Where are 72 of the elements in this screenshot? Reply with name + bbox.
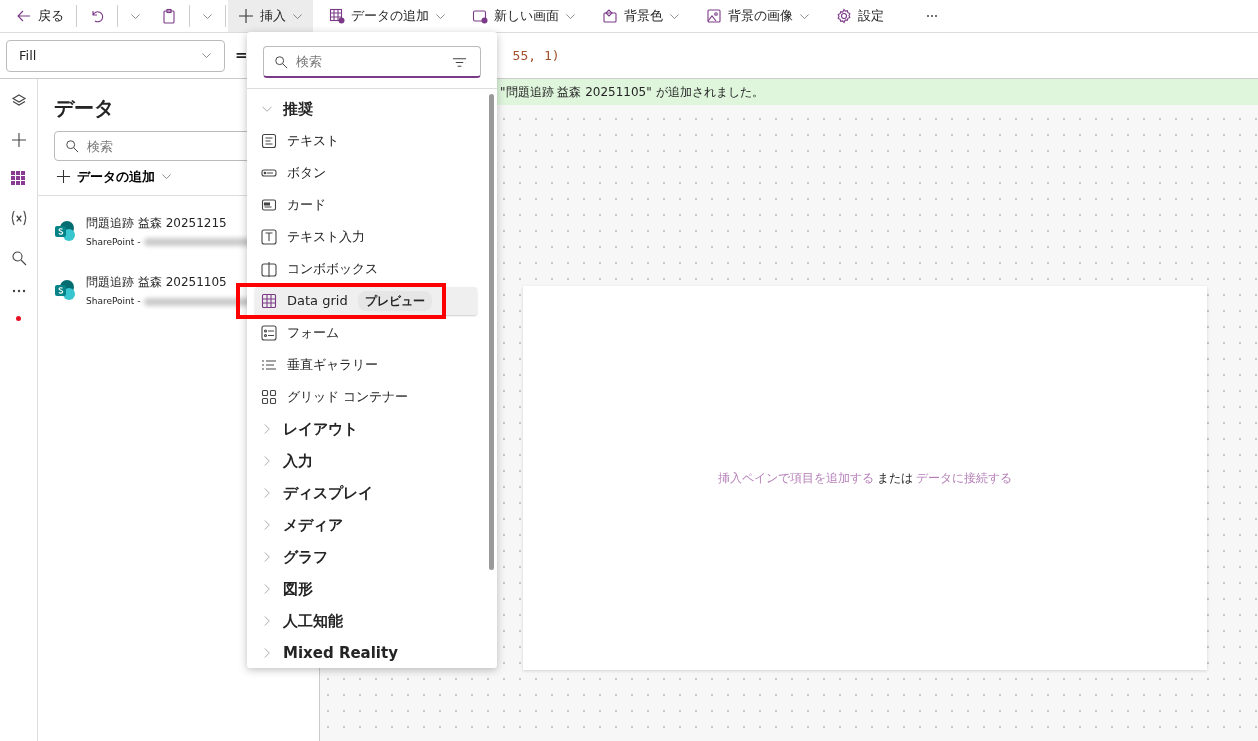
rail-button[interactable] xyxy=(11,171,26,186)
table-icon xyxy=(261,293,277,309)
formula-value[interactable]: 55, 1) xyxy=(512,45,560,66)
category-header[interactable]: ディスプレイ xyxy=(255,479,477,507)
panel-title: データ xyxy=(54,95,114,122)
insert-menu-item[interactable]: 垂直ギャラリー xyxy=(255,351,477,379)
plus-icon xyxy=(56,169,71,185)
search-icon xyxy=(65,139,79,153)
more-icon xyxy=(11,289,26,293)
category-header[interactable]: 推奨 xyxy=(255,95,477,123)
search-field[interactable]: 検索 xyxy=(263,46,481,78)
data-source-name: 問題追跡 益森 20251105 xyxy=(86,274,228,291)
list-icon xyxy=(261,357,277,373)
scrollbar[interactable] xyxy=(489,94,494,570)
insert-menu-item[interactable]: グリッド コンテナー xyxy=(255,383,477,411)
data-source-type: SharePoint - xyxy=(86,235,141,249)
toolbar-button[interactable]: 背景の画像 xyxy=(696,0,820,32)
notification-text: "問題追跡 益森 20251105" が追加されました。 xyxy=(500,84,764,101)
rail-button[interactable] xyxy=(11,289,26,293)
category-header[interactable]: グラフ xyxy=(255,543,477,571)
more-icon xyxy=(926,14,938,18)
plus-icon xyxy=(238,8,254,24)
category-header[interactable]: 入力 xyxy=(255,447,477,475)
category-header[interactable]: メディア xyxy=(255,511,477,539)
back-button[interactable]: 戻る xyxy=(6,0,74,32)
settings-icon xyxy=(836,8,852,24)
insert-menu-item[interactable]: コンボボックス xyxy=(255,255,477,283)
text-icon xyxy=(261,133,277,149)
paint-bucket-icon xyxy=(602,8,618,24)
grid-icon xyxy=(261,389,277,405)
category-header[interactable]: 人工知能 xyxy=(255,607,477,635)
chevron-down-icon xyxy=(201,50,212,61)
filter-icon xyxy=(452,55,467,70)
card-icon xyxy=(261,197,277,213)
table-add-icon xyxy=(329,8,345,24)
hint-text: または xyxy=(877,470,913,487)
form-icon xyxy=(261,325,277,341)
image-icon xyxy=(706,8,722,24)
screen-add-icon xyxy=(472,8,488,24)
search-icon xyxy=(10,250,27,266)
rail-button[interactable] xyxy=(10,250,27,266)
sharepoint-icon xyxy=(54,279,76,301)
settings-button[interactable]: 設定 xyxy=(826,0,894,32)
rail-button[interactable] xyxy=(9,209,28,227)
clipboard-icon xyxy=(161,8,177,24)
insert-menu-item[interactable]: フォーム xyxy=(255,319,477,347)
insert-menu-item[interactable]: カード xyxy=(255,191,477,219)
text-input-icon xyxy=(261,229,277,245)
toolbar-button[interactable]: 新しい画面 xyxy=(462,0,586,32)
status-dot xyxy=(16,316,21,321)
plus-icon xyxy=(10,132,27,148)
insert-menu-item[interactable]: Data grid プレビュー xyxy=(255,287,477,315)
property-dropdown[interactable]: Fill xyxy=(6,39,225,72)
toolbar-button[interactable]: 挿入 xyxy=(228,0,313,32)
toolbar-button[interactable]: 背景色 xyxy=(592,0,690,32)
data-source-type: SharePoint - xyxy=(86,295,141,308)
toolbar-button[interactable]: データの追加 xyxy=(319,0,456,32)
equals-sign: = xyxy=(235,45,248,67)
category-header[interactable]: Mixed Reality xyxy=(255,639,477,667)
preview-badge: プレビュー xyxy=(357,291,432,311)
search-icon xyxy=(274,55,288,69)
combo-box-icon xyxy=(261,261,277,277)
category-header[interactable]: レイアウト xyxy=(255,415,477,443)
sharepoint-icon xyxy=(54,219,76,242)
data-source-name: 問題追跡 益森 20251215 xyxy=(86,214,228,232)
undo-icon xyxy=(89,8,105,24)
grid-icon xyxy=(11,171,26,186)
category-header[interactable]: 図形 xyxy=(255,575,477,603)
insert-menu-item[interactable]: ボタン xyxy=(255,159,477,187)
arrow-left-icon xyxy=(16,8,32,24)
insert-menu-item[interactable]: テキスト入力 xyxy=(255,223,477,251)
variable-icon xyxy=(9,209,28,227)
